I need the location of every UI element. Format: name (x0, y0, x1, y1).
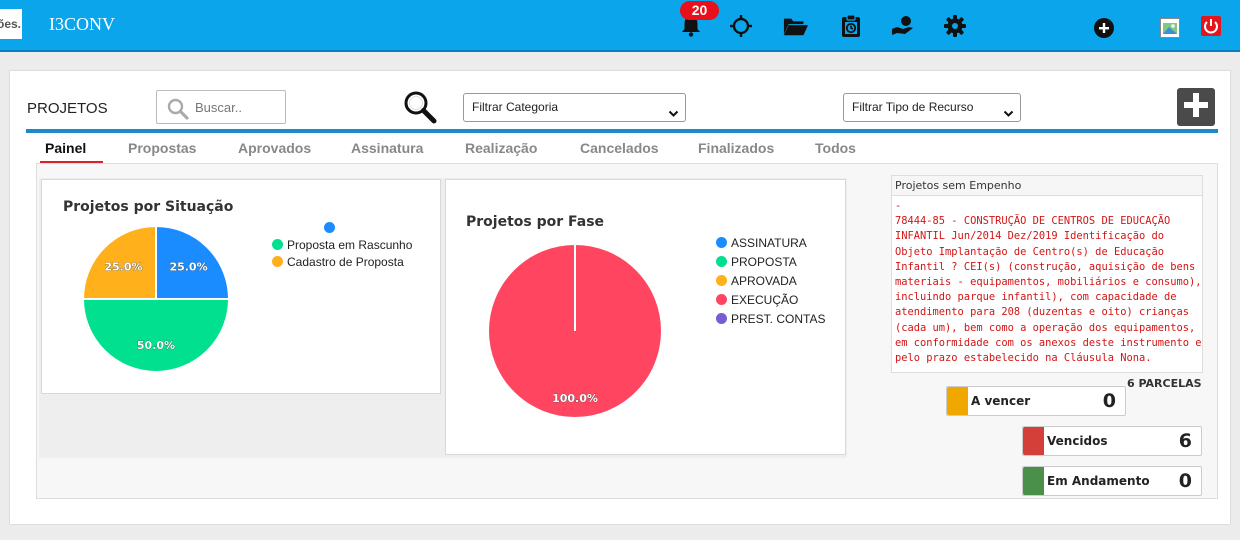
filter-category-value: Filtrar Categoria (472, 100, 559, 114)
tab-todos[interactable]: Todos (815, 140, 856, 156)
legend-item[interactable]: APROVADA (716, 274, 797, 288)
parcelas-title: 6 PARCELAS (1127, 377, 1202, 390)
tab-propostas[interactable]: Propostas (128, 140, 196, 156)
pie-chart-fase: 100.0% (487, 243, 663, 419)
tab-cancelados[interactable]: Cancelados (580, 140, 659, 156)
legend-marker (324, 222, 335, 233)
legend-item[interactable]: ASSINATURA (716, 236, 807, 250)
stat-value: 0 (1178, 470, 1192, 492)
empenho-text: - 78444-85 - CONSTRUÇÃO DE CENTROS DE ED… (895, 199, 1203, 366)
chart-title: Projetos por Situação (63, 199, 234, 215)
stat-label: Em Andamento (1047, 474, 1150, 488)
pie-slice[interactable] (81, 298, 231, 373)
pie-data-label: 25.0% (104, 260, 142, 273)
chart-title: Projetos por Fase (466, 214, 605, 230)
chart-card-situacao: Projetos por Situação 25.0% 50.0% 25.0% Pr… (41, 179, 441, 394)
page-title: PROJETOS (27, 100, 108, 117)
top-bar: ões. I3CONV 20 (0, 0, 1240, 52)
stat-vencidos[interactable]: Vencidos 6 (1022, 426, 1202, 456)
tab-finalizados[interactable]: Finalizados (698, 140, 774, 156)
filter-category-select[interactable]: Filtrar Categoria (463, 93, 686, 122)
filter-resource-select[interactable]: Filtrar Tipo de Recurso (843, 93, 1021, 122)
main-panel: PROJETOS Filtrar Categoria Filtrar Tipo … (9, 70, 1231, 525)
legend-item[interactable]: EXECUÇÃO (716, 293, 798, 307)
stat-label: A vencer (971, 394, 1031, 408)
chevron-down-icon (1003, 102, 1014, 129)
power-icon[interactable] (1198, 13, 1224, 39)
legend-label: ASSINATURA (731, 236, 807, 250)
crosshair-icon[interactable] (728, 13, 754, 39)
legend-item[interactable]: Cadastro de Proposta (272, 255, 404, 269)
empenho-header: Projetos sem Empenho (892, 176, 1202, 196)
search-input[interactable] (195, 97, 281, 117)
stat-label: Vencidos (1047, 434, 1108, 448)
search-box[interactable] (156, 90, 286, 124)
status-color-bar (1023, 467, 1044, 495)
stat-value: 6 (1178, 430, 1192, 452)
legend-label: APROVADA (731, 274, 797, 288)
notification-badge[interactable]: 20 (680, 1, 719, 20)
tab-realizacao[interactable]: Realização (465, 140, 537, 156)
avatar[interactable] (1157, 15, 1183, 41)
pie-chart-situacao: 25.0% 50.0% 25.0% (81, 224, 231, 373)
plus-icon (1183, 92, 1209, 122)
magnifier-icon[interactable] (403, 90, 437, 128)
empenho-dash: - (895, 200, 902, 212)
legend-item[interactable]: PROPOSTA (716, 255, 797, 269)
clipboard-check-icon[interactable] (838, 13, 864, 39)
pie-data-label: 25.0% (169, 260, 207, 273)
legend-label: Proposta em Rascunho (287, 238, 413, 252)
legend-label: PREST. CONTAS (731, 312, 826, 326)
hand-money-icon[interactable] (890, 13, 916, 39)
empenho-description: 78444-85 - CONSTRUÇÃO DE CENTROS DE EDUC… (895, 215, 1202, 365)
legend-label: PROPOSTA (731, 255, 797, 269)
folder-open-icon[interactable] (783, 13, 809, 39)
legend-marker (716, 313, 727, 324)
tab-aprovados[interactable]: Aprovados (238, 140, 311, 156)
stat-a-vencer[interactable]: A vencer 0 (946, 386, 1126, 416)
add-project-button[interactable] (1177, 88, 1215, 126)
pie-data-label: 100.0% (552, 392, 598, 405)
tab-assinatura[interactable]: Assinatura (351, 140, 423, 156)
chevron-down-icon (668, 102, 679, 129)
status-color-bar (947, 387, 968, 415)
logo[interactable]: ões. (0, 9, 22, 39)
chart-card-fase: Projetos por Fase 100.0% ASSINATURA PROPO… (445, 179, 846, 455)
legend-marker (716, 256, 727, 267)
tab-bar: Painel Propostas Aprovados Assinatura Re… (26, 133, 1218, 163)
legend-item[interactable]: PREST. CONTAS (716, 312, 825, 326)
legend-label: Cadastro de Proposta (287, 255, 404, 269)
add-circle-icon[interactable] (1091, 15, 1117, 41)
legend-marker (272, 256, 283, 267)
filter-resource-value: Filtrar Tipo de Recurso (852, 100, 974, 114)
legend-marker (272, 239, 283, 250)
legend-marker (716, 275, 727, 286)
legend-item[interactable]: Proposta em Rascunho (272, 238, 412, 252)
stat-value: 0 (1102, 390, 1116, 412)
legend-marker (716, 237, 727, 248)
legend-item[interactable] (324, 221, 339, 235)
stat-em-andamento[interactable]: Em Andamento 0 (1022, 466, 1202, 496)
search-icon (167, 98, 189, 124)
empenho-panel: Projetos sem Empenho - 78444-85 - CONSTR… (891, 175, 1203, 373)
status-color-bar (1023, 427, 1044, 455)
pie-data-label: 50.0% (137, 339, 175, 352)
legend-marker (716, 294, 727, 305)
tab-painel[interactable]: Painel (45, 140, 86, 156)
app-title: I3CONV (49, 14, 115, 34)
legend-label: EXECUÇÃO (731, 293, 799, 307)
gear-icon[interactable] (942, 13, 968, 39)
